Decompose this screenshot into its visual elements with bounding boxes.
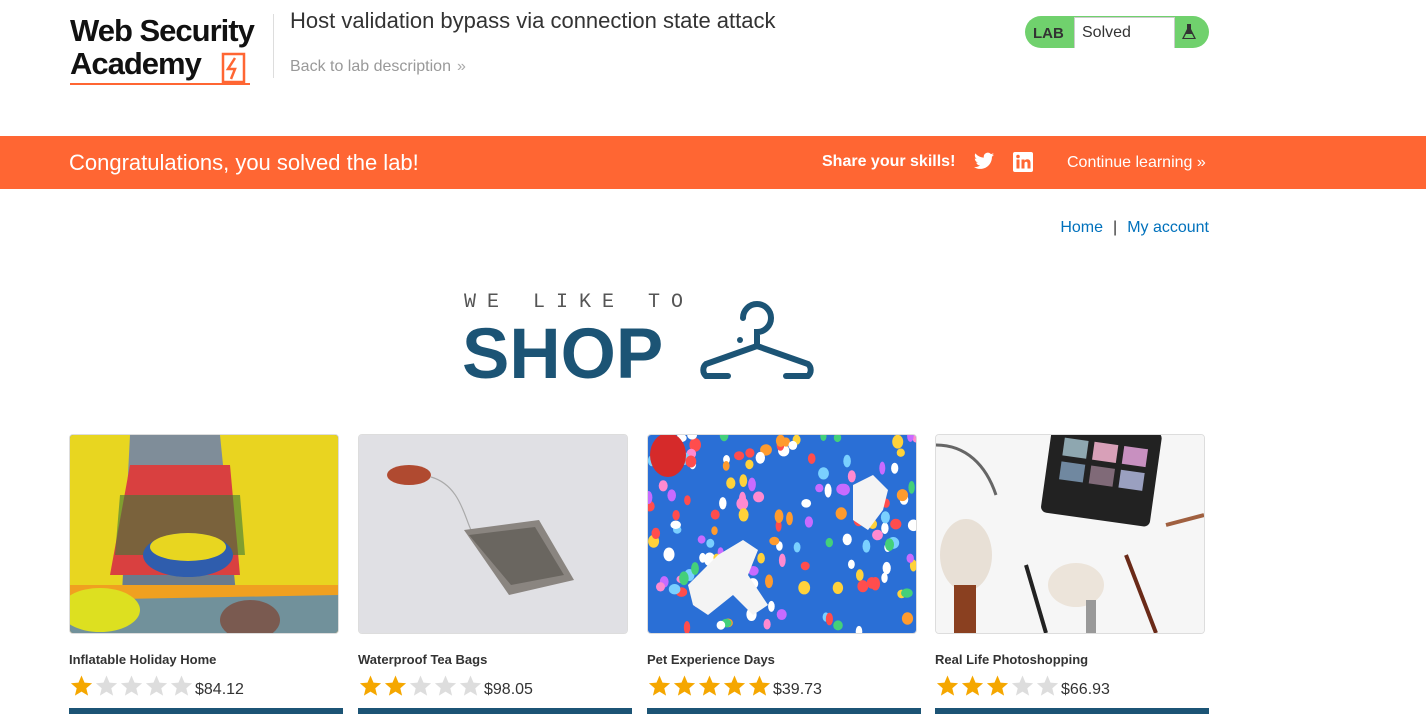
- star-filled-icon: [986, 675, 1009, 696]
- star-filled-icon: [673, 675, 696, 696]
- star-filled-icon: [384, 675, 407, 696]
- star-empty-icon: [409, 675, 432, 696]
- logo-bolt-icon: [221, 52, 246, 84]
- twitter-icon[interactable]: [974, 152, 994, 170]
- star-empty-icon: [145, 675, 168, 696]
- share-skills-label: Share your skills!: [822, 153, 956, 170]
- product-image-waterproof-tea-bags: [358, 434, 628, 634]
- star-empty-icon: [1036, 675, 1059, 696]
- product-rating: $98.05: [358, 674, 632, 698]
- product-name: Real Life Photoshopping: [935, 652, 1089, 667]
- double-chevron-right-icon: »: [456, 58, 466, 75]
- product-price: $66.93: [1061, 680, 1110, 698]
- shop-logo-tagline: WE LIKE TO: [464, 291, 694, 314]
- star-filled-icon: [359, 675, 382, 696]
- lab-status-text: Solved: [1082, 24, 1131, 41]
- star-filled-icon: [698, 675, 721, 696]
- star-empty-icon: [434, 675, 457, 696]
- back-to-lab-description-link[interactable]: Back to lab description »: [290, 58, 466, 76]
- linkedin-icon[interactable]: [1013, 152, 1033, 172]
- star-empty-icon: [120, 675, 143, 696]
- lab-tag: LAB: [1033, 25, 1064, 42]
- star-filled-icon: [70, 675, 93, 696]
- continue-learning-link[interactable]: Continue learning »: [1067, 154, 1206, 172]
- logo-text-line1: Web Security: [70, 13, 255, 48]
- double-chevron-right-icon: »: [1196, 154, 1206, 171]
- product-name: Waterproof Tea Bags: [358, 652, 488, 667]
- back-link-label: Back to lab description: [290, 58, 451, 75]
- product-image-real-life-photoshopping: [935, 434, 1205, 634]
- product-card: Waterproof Tea Bags $98.05: [358, 434, 632, 714]
- lab-status-widget: LAB Solved: [1025, 16, 1209, 48]
- star-filled-icon: [936, 675, 959, 696]
- web-security-academy-logo[interactable]: Web Security Academy: [70, 14, 270, 88]
- header-divider: [273, 14, 274, 78]
- product-card: Real Life Photoshopping $66.93: [935, 434, 1209, 714]
- star-empty-icon: [170, 675, 193, 696]
- shop-logo-word: SHOP: [462, 315, 663, 384]
- lab-status-field: Solved: [1074, 17, 1175, 48]
- product-price: $98.05: [484, 680, 533, 698]
- hanger-icon: [700, 301, 814, 379]
- star-filled-icon: [961, 675, 984, 696]
- view-details-button[interactable]: [647, 708, 921, 714]
- product-card: Inflatable Holiday Home $84.12: [69, 434, 343, 714]
- product-rating: $66.93: [935, 674, 1209, 698]
- product-rating: $84.12: [69, 674, 343, 698]
- star-filled-icon: [748, 675, 771, 696]
- solved-banner: Congratulations, you solved the lab! Sha…: [0, 136, 1426, 189]
- lab-title: Host validation bypass via connection st…: [290, 8, 776, 33]
- nav-separator: |: [1113, 219, 1118, 236]
- view-details-button[interactable]: [358, 708, 632, 714]
- star-empty-icon: [459, 675, 482, 696]
- we-like-to-shop-logo: WE LIKE TO SHOP: [462, 291, 814, 384]
- product-image-pet-experience-days: [647, 434, 917, 634]
- product-image-inflatable-holiday-home: [69, 434, 339, 634]
- continue-learning-label: Continue learning: [1067, 154, 1193, 171]
- star-filled-icon: [723, 675, 746, 696]
- star-empty-icon: [95, 675, 118, 696]
- product-card: Pet Experience Days $39.73: [647, 434, 921, 714]
- logo-underline: [70, 83, 250, 85]
- product-name: Pet Experience Days: [647, 652, 775, 667]
- view-details-button[interactable]: [69, 708, 343, 714]
- product-name: Inflatable Holiday Home: [69, 652, 217, 667]
- view-details-button[interactable]: [935, 708, 1209, 714]
- product-price: $84.12: [195, 680, 244, 698]
- product-price: $39.73: [773, 680, 822, 698]
- home-link[interactable]: Home: [1060, 219, 1103, 236]
- top-navigation: Home | My account: [1060, 219, 1209, 237]
- my-account-link[interactable]: My account: [1127, 219, 1209, 236]
- star-filled-icon: [648, 675, 671, 696]
- congratulations-message: Congratulations, you solved the lab!: [69, 150, 419, 175]
- flask-icon: [1182, 24, 1196, 39]
- star-empty-icon: [1011, 675, 1034, 696]
- product-rating: $39.73: [647, 674, 921, 698]
